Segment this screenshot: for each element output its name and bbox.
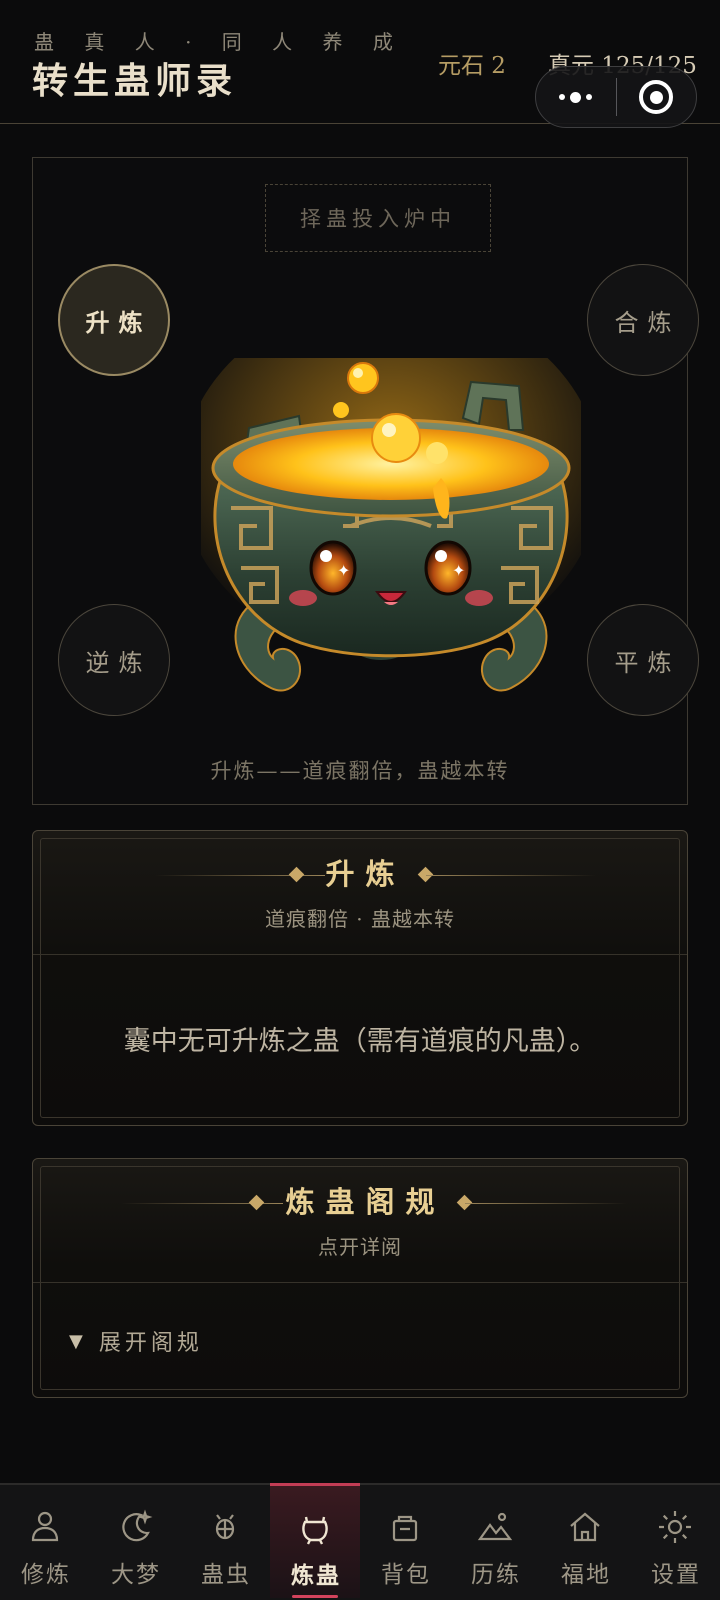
tab-blessed-land[interactable]: 福地 [540,1485,630,1600]
active-tab-indicator [292,1595,338,1598]
target-icon [639,80,674,114]
tab-label: 炼蛊 [291,1562,341,1589]
tab-cultivate[interactable]: 修炼 [0,1485,90,1600]
tab-label: 蛊虫 [201,1562,251,1588]
cauldron-illustration: ✦ ✦ [201,358,581,692]
game-title: 转生蛊师录 [32,60,238,102]
divider-ornament [465,1203,627,1204]
mountain-icon [477,1512,513,1541]
tab-bag[interactable]: 背包 [360,1485,450,1600]
divider-ornament [426,875,596,876]
primeval-stone-count: 元石 2 [438,53,506,79]
expand-rules-label: 展开阁规 [98,1331,203,1356]
mode-reverse-refine-button[interactable]: 逆炼 [58,604,170,716]
home-icon [570,1512,600,1542]
tab-label: 设置 [651,1562,701,1588]
tab-refine-gu[interactable]: 炼蛊 [270,1483,360,1598]
more-menu-button[interactable] [536,67,616,127]
miniprogram-capsule [535,66,697,128]
tab-gu-insects[interactable]: 蛊虫 [180,1485,270,1600]
svg-text:✦: ✦ [337,561,350,580]
tab-adventure[interactable]: 历练 [450,1485,540,1600]
expand-rules-button[interactable]: ▼ 展开阁规 [69,1325,203,1357]
close-miniprogram-button[interactable] [617,67,697,127]
dot-icon [559,94,566,100]
tab-settings[interactable]: 设置 [630,1485,720,1600]
tab-label: 背包 [381,1562,431,1588]
card-subtitle: 道痕翻倍 · 蛊越本转 [264,907,456,931]
dot-icon [570,91,582,103]
triangle-down-icon: ▼ [69,1330,83,1352]
empty-message: 囊中无可升炼之蛊（需有道痕的凡蛊）。 [123,1026,597,1057]
cauldron-icon [302,1516,328,1545]
bug-icon [215,1514,235,1540]
mode-up-refine-button[interactable]: 升炼 [58,264,170,376]
card-header: 炼蛊阁规 点开详阅 [33,1159,687,1283]
header: 蛊 真 人 · 同 人 养 成 转生蛊师录 元石 2 真元 125/125 [0,0,720,128]
bag-icon [392,1515,418,1542]
mode-info-card: 升炼 道痕翻倍 · 蛊越本转 囊中无可升炼之蛊（需有道痕的凡蛊）。 [32,830,688,1126]
moon-icon [122,1509,153,1542]
card-subtitle: 点开详阅 [318,1235,402,1259]
rules-card: 炼蛊阁规 点开详阅 ▼ 展开阁规 [32,1158,688,1398]
mode-merge-refine-button[interactable]: 合炼 [587,264,699,376]
mode-flat-refine-button[interactable]: 平炼 [587,604,699,716]
gu-slot[interactable]: 择蛊投入炉中 [265,184,491,252]
tab-label: 历练 [471,1562,521,1588]
tab-label: 修炼 [21,1562,71,1588]
tab-dream[interactable]: 大梦 [90,1485,180,1600]
card-title: 升炼 [325,857,406,891]
bottom-tab-bar: 修炼 大梦 蛊虫 炼蛊 背包 历练 福地 设置 [0,1483,720,1600]
furnace-panel: 择蛊投入炉中 升炼 合炼 逆炼 平炼 ✦ ✦ 升炼——道痕翻倍，蛊越本转 [32,157,699,805]
card-header: 升炼 道痕翻倍 · 蛊越本转 [33,831,687,955]
gear-icon [659,1511,691,1543]
person-icon [31,1511,59,1542]
tab-label: 大梦 [111,1562,161,1588]
dot-icon [586,94,593,100]
tab-label: 福地 [561,1562,611,1588]
app-root: 蛊 真 人 · 同 人 养 成 转生蛊师录 元石 2 真元 125/125 择蛊… [0,0,720,1600]
game-subtitle: 蛊 真 人 · 同 人 养 成 [34,30,405,54]
mode-description: 升炼——道痕翻倍，蛊越本转 [210,759,510,783]
svg-text:✦: ✦ [452,561,465,580]
card-title: 炼蛊阁规 [285,1185,446,1219]
